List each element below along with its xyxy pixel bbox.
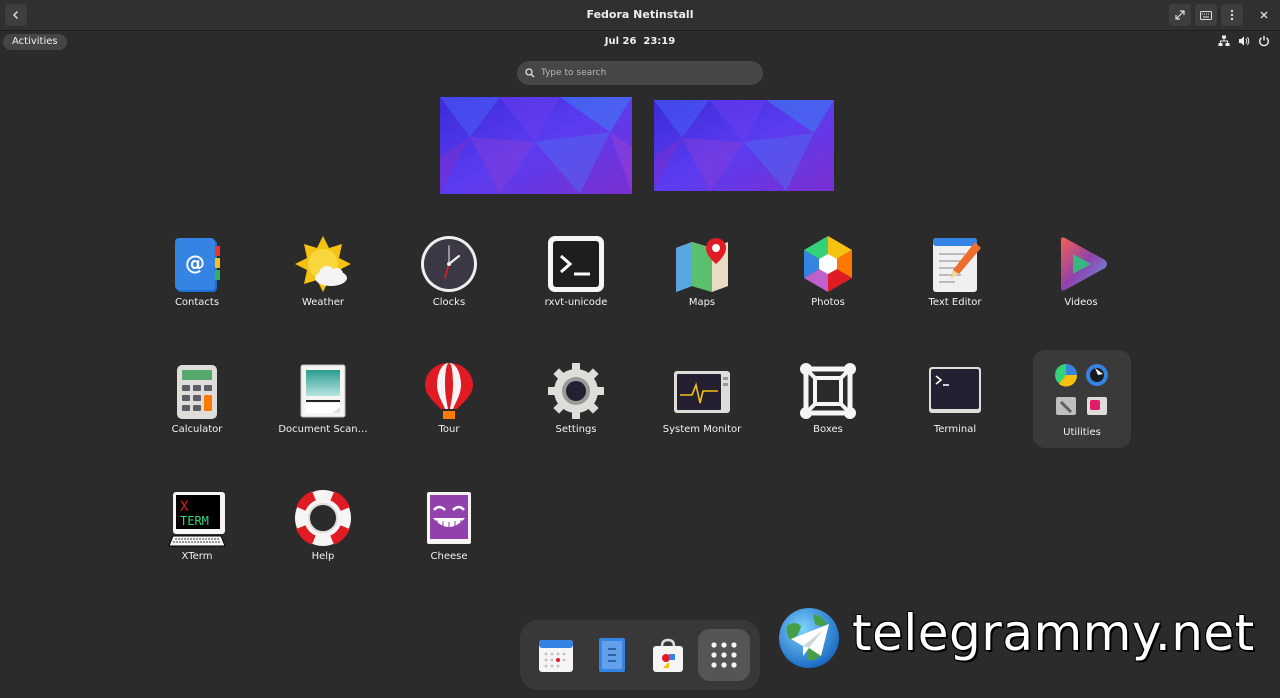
workspace-thumbnail[interactable] (654, 100, 834, 191)
app-xterm[interactable]: X TERM XTerm (142, 484, 252, 594)
xterm-icon-term: TERM (180, 514, 209, 528)
clock-button[interactable]: Jul 26 23:19 (0, 36, 1280, 47)
dock-files[interactable] (586, 629, 638, 681)
app-label: Contacts (174, 297, 220, 308)
app-label: Maps (688, 297, 716, 308)
app-label: Calculator (171, 424, 223, 435)
app-label: Settings (555, 424, 597, 435)
top-panel: Activities Jul 26 23:19 (0, 32, 1280, 52)
menu-button[interactable] (1221, 4, 1243, 26)
clock-icon (421, 236, 477, 292)
app-label: Tour (438, 424, 460, 435)
volume-icon[interactable] (1238, 35, 1250, 47)
fullscreen-icon (1175, 10, 1185, 20)
files-icon (599, 638, 625, 672)
app-tour[interactable]: Tour (394, 357, 504, 467)
app-rxvt-unicode[interactable]: rxvt-unicode (521, 230, 631, 340)
fullscreen-button[interactable] (1169, 4, 1191, 26)
app-label: Weather (301, 297, 345, 308)
app-text-editor[interactable]: Text Editor (900, 230, 1010, 340)
app-label: Videos (1064, 297, 1098, 308)
app-document-scanner[interactable]: Document Scan… (268, 357, 378, 467)
terminal-icon (929, 367, 981, 413)
app-settings[interactable]: Settings (521, 357, 631, 467)
contacts-icon: @ (175, 238, 220, 292)
workspace-thumbnail[interactable] (440, 97, 632, 194)
lifebuoy-icon (294, 489, 352, 547)
gear-icon (548, 363, 604, 419)
xterm-icon: X TERM (168, 492, 226, 547)
xterm-icon-x: X (180, 499, 189, 515)
scanner-icon (300, 364, 346, 418)
app-grid-icon (711, 642, 737, 668)
calendar-icon (539, 640, 573, 672)
app-label: Cheese (430, 551, 468, 562)
map-icon (676, 238, 728, 292)
app-label: Photos (811, 297, 845, 308)
app-contacts[interactable]: @ Contacts (142, 230, 252, 340)
balloon-icon (425, 363, 473, 419)
cheese-icon (427, 492, 471, 544)
app-photos[interactable]: Photos (773, 230, 883, 340)
window-titlebar: Fedora Netinstall (0, 0, 1280, 31)
keyboard-icon (1200, 10, 1212, 20)
boxes-icon (800, 363, 856, 419)
monitor-icon (674, 371, 730, 413)
software-icon (653, 638, 683, 672)
app-label: Utilities (1063, 427, 1101, 438)
svg-text:@: @ (185, 251, 205, 275)
app-label: Boxes (813, 424, 843, 435)
power-icon[interactable] (1258, 35, 1270, 47)
more-vertical-icon (1230, 9, 1234, 21)
telegram-globe-icon (779, 608, 839, 668)
close-icon (1260, 11, 1268, 19)
folder-utilities[interactable]: Utilities (1033, 350, 1131, 448)
calculator-icon (177, 365, 217, 419)
app-boxes[interactable]: Boxes (773, 357, 883, 467)
keyboard-button[interactable] (1195, 4, 1217, 26)
app-help[interactable]: Help (268, 484, 378, 594)
app-label: Terminal (933, 424, 977, 435)
weather-icon (295, 236, 351, 292)
close-button[interactable] (1253, 4, 1275, 26)
folder-icon (1055, 364, 1108, 415)
time-label: 23:19 (643, 36, 676, 47)
system-tray[interactable] (1218, 35, 1270, 47)
dock-software[interactable] (642, 629, 694, 681)
app-system-monitor[interactable]: System Monitor (647, 357, 757, 467)
dock-show-apps[interactable] (698, 629, 750, 681)
search-icon (525, 68, 535, 78)
watermark-text: telegrammy.net (852, 604, 1255, 662)
app-clocks[interactable]: Clocks (394, 230, 504, 340)
app-label: System Monitor (662, 424, 742, 435)
terminal-icon (548, 236, 604, 292)
app-label: Help (311, 551, 335, 562)
app-weather[interactable]: Weather (268, 230, 378, 340)
network-icon[interactable] (1218, 35, 1230, 47)
play-icon (1061, 237, 1107, 291)
text-editor-icon (933, 238, 981, 292)
app-calculator[interactable]: Calculator (142, 357, 252, 467)
app-cheese[interactable]: Cheese (394, 484, 504, 594)
search-box[interactable] (517, 61, 763, 85)
dock-calendar[interactable] (530, 629, 582, 681)
app-label: Text Editor (928, 297, 982, 308)
app-terminal[interactable]: Terminal (900, 357, 1010, 467)
app-label: Document Scan… (278, 424, 368, 435)
window-title: Fedora Netinstall (586, 8, 694, 21)
date-label: Jul 26 (604, 36, 637, 47)
search-input[interactable] (541, 68, 741, 78)
app-maps[interactable]: Maps (647, 230, 757, 340)
app-videos[interactable]: Videos (1026, 230, 1136, 340)
dock (520, 620, 760, 690)
app-label: XTerm (181, 551, 213, 562)
photos-icon (804, 236, 852, 292)
app-label: Clocks (432, 297, 466, 308)
app-label: rxvt-unicode (544, 297, 608, 308)
